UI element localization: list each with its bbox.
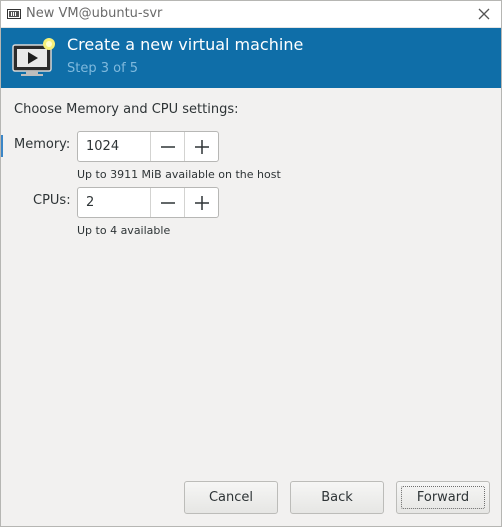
cpus-spinbox[interactable]: 2 — [77, 187, 219, 218]
memory-hint: Up to 3911 MiB available on the host — [77, 168, 281, 181]
cpus-hint: Up to 4 available — [77, 224, 171, 237]
cancel-button[interactable]: Cancel — [184, 481, 278, 514]
focus-ring — [401, 486, 485, 509]
focus-marker — [1, 135, 3, 157]
new-vm-icon — [12, 38, 55, 76]
cancel-button-label: Cancel — [208, 490, 254, 505]
step-indicator: Step 3 of 5 — [67, 61, 139, 76]
memory-label: Memory: — [14, 137, 71, 152]
header-title: Create a new virtual machine — [67, 35, 304, 54]
cpus-label: CPUs: — [33, 193, 71, 208]
dialog-window: New VM@ubuntu-svr Create a new virtual m… — [0, 0, 502, 527]
memory-value[interactable]: 1024 — [86, 139, 119, 154]
section-label: Choose Memory and CPU settings: — [14, 102, 239, 117]
cpus-value[interactable]: 2 — [86, 195, 94, 210]
plus-icon — [195, 195, 209, 210]
memory-decrement-button[interactable] — [150, 132, 185, 161]
cpus-increment-button[interactable] — [184, 188, 219, 217]
titlebar: New VM@ubuntu-svr — [1, 1, 501, 28]
memory-increment-button[interactable] — [184, 132, 219, 161]
forward-button[interactable]: Forward — [396, 481, 490, 514]
wizard-header: Create a new virtual machine Step 3 of 5 — [1, 28, 501, 88]
close-icon[interactable] — [475, 5, 493, 23]
memory-spinbox[interactable]: 1024 — [77, 131, 219, 162]
minus-icon — [161, 145, 175, 148]
window-title: New VM@ubuntu-svr — [26, 6, 163, 21]
minus-icon — [161, 201, 175, 204]
virt-manager-icon — [7, 9, 21, 19]
cpus-decrement-button[interactable] — [150, 188, 185, 217]
plus-icon — [195, 139, 209, 154]
back-button-label: Back — [321, 490, 353, 505]
back-button[interactable]: Back — [290, 481, 384, 514]
